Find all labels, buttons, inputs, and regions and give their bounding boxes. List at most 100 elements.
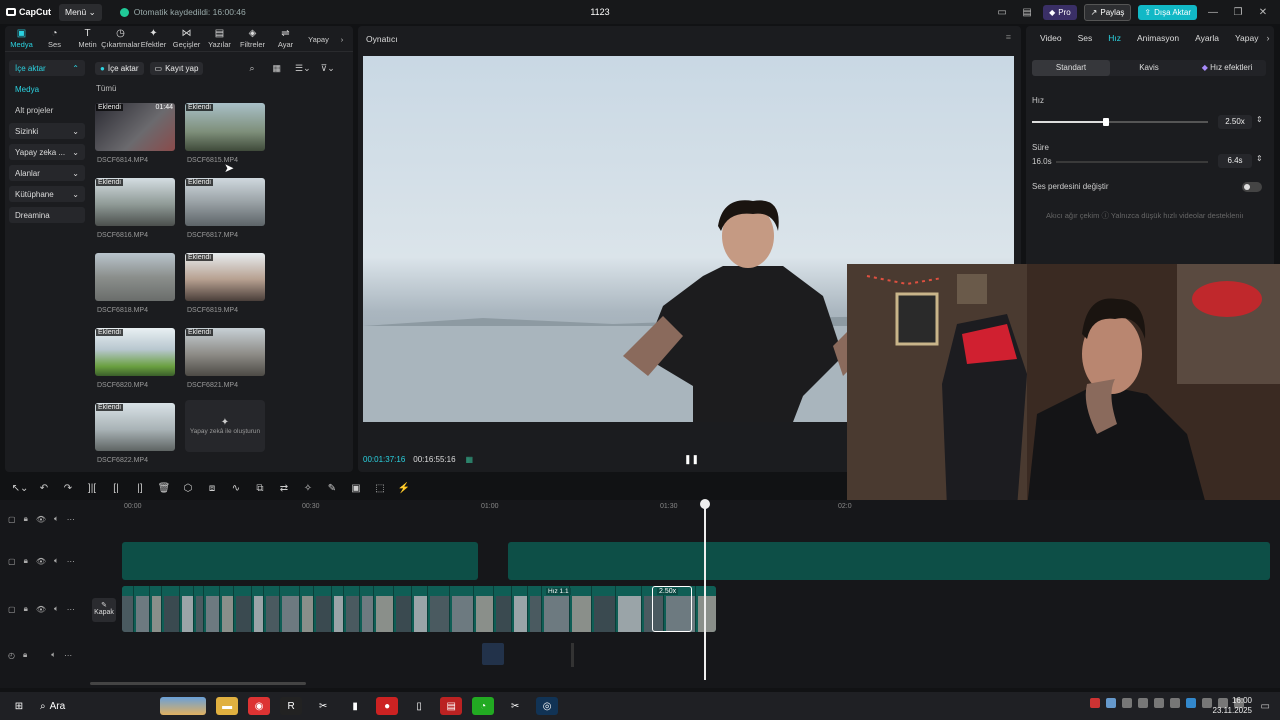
media-thumb[interactable]: Eklendi (95, 403, 175, 451)
bluetooth-icon[interactable] (1186, 698, 1196, 708)
media-thumb[interactable]: Eklendi (185, 178, 265, 226)
caption-icon[interactable]: ▣ (344, 483, 368, 494)
nav-library[interactable]: Kütüphane ⌄ (9, 186, 85, 202)
grid-view-icon[interactable]: ▦ (273, 63, 282, 74)
split-left-icon[interactable]: [| (104, 483, 128, 494)
timeline-scrollbar[interactable] (90, 682, 306, 685)
layout-icon[interactable]: ▭ (993, 7, 1011, 18)
transform-icon[interactable]: ⬚ (368, 483, 392, 494)
tray-display-icon[interactable] (1122, 698, 1132, 708)
segment-standard[interactable]: Standart (1032, 60, 1110, 76)
select-tool-icon[interactable]: ↖⌄ (8, 483, 32, 494)
tab-text[interactable]: T Metin (71, 26, 104, 52)
tab-filters[interactable]: ◈ Filtreler (236, 26, 269, 52)
tab-audio-props[interactable]: Ses (1070, 33, 1101, 43)
main-clip-strip[interactable] (122, 586, 716, 632)
split-icon[interactable]: ]|[ (80, 483, 104, 494)
more-icon[interactable]: ⋯ (67, 605, 75, 614)
weather-widget-icon[interactable] (160, 697, 207, 715)
stepper-icon[interactable]: ⇕ (1256, 115, 1263, 124)
audio-clip[interactable] (482, 643, 504, 665)
voicemeeter-icon[interactable]: ▤ (440, 697, 463, 715)
windows-start-icon[interactable]: ⊞ (8, 697, 30, 715)
tab-transitions[interactable]: ⋈ Geçişler (170, 26, 203, 52)
capcut-icon[interactable]: ✂ (312, 697, 334, 715)
stepper-icon[interactable]: ⇕ (1256, 154, 1263, 163)
freeze-icon[interactable]: ⧉ (248, 483, 272, 494)
volume-icon[interactable]: 🔈︎ (54, 604, 59, 614)
tab-ai[interactable]: Yapay (302, 26, 335, 52)
tab-ai-props[interactable]: Yapay (1227, 33, 1266, 43)
magic-icon[interactable]: ✎ (320, 483, 344, 494)
mirror-icon[interactable]: ⇄ (272, 483, 296, 494)
media-thumb[interactable]: Eklendi (185, 103, 265, 151)
notification-icon[interactable]: ▭ (1261, 701, 1270, 712)
player-menu-icon[interactable]: ≡ (1006, 32, 1011, 42)
segment-speed-effects[interactable]: ◆ Hız efektleri (1188, 60, 1266, 76)
tab-media[interactable]: ▣ Medya (5, 26, 38, 52)
filter-icon[interactable]: ⊽⌄ (321, 63, 335, 74)
cover-button[interactable]: ✎ Kapak (92, 598, 116, 622)
overlay-clip-strip[interactable] (122, 542, 478, 580)
media-thumb[interactable]: Eklendi 01:44 (95, 103, 175, 151)
tab-effects[interactable]: ✦ Efektler (137, 26, 170, 52)
tab-adjust[interactable]: ⇌ Ayar (269, 26, 302, 52)
curve-icon[interactable]: ∿ (224, 483, 248, 494)
eye-icon[interactable]: 👁︎ (36, 557, 46, 566)
microphone-icon[interactable]: ▯ (408, 697, 430, 715)
nav-dreamina[interactable]: Dreamina (9, 207, 85, 223)
tray-mic-icon[interactable] (1154, 698, 1164, 708)
media-thumb[interactable]: Eklendi (95, 328, 175, 376)
tab-video[interactable]: Video (1032, 33, 1070, 43)
shield-icon[interactable]: ⬡ (176, 483, 200, 494)
nav-yours[interactable]: Sizinki ⌄ (9, 123, 85, 139)
chrome-icon[interactable]: ◉ (248, 697, 271, 715)
nav-media[interactable]: Medya (9, 81, 85, 97)
ai-enhance-icon[interactable]: ✧ (296, 483, 320, 494)
delete-icon[interactable]: 🗑 (152, 483, 176, 494)
chevron-right-icon[interactable]: › (1267, 33, 1270, 43)
selected-clip[interactable]: 2.50x (652, 586, 692, 632)
tab-animation[interactable]: Animasyon (1129, 33, 1187, 43)
tab-audio[interactable]: ◔ Ses (38, 26, 71, 52)
volume-icon[interactable]: 🔈︎ (51, 650, 56, 660)
capcut-icon-2[interactable]: ✂ (504, 697, 526, 715)
tab-captions[interactable]: ▤ Yazılar (203, 26, 236, 52)
nav-import[interactable]: İçe aktar ⌃ (9, 60, 85, 76)
lock-icon[interactable]: 🔒︎ (24, 604, 28, 614)
whatsapp-icon[interactable]: ◔ (472, 697, 495, 715)
shortcuts-icon[interactable]: ▤ (1018, 7, 1036, 18)
pro-button[interactable]: ◆ Pro (1043, 5, 1077, 20)
tab-adjust-props[interactable]: Ayarla (1187, 33, 1227, 43)
duration-value[interactable]: 6.4s (1218, 154, 1252, 168)
lock-icon[interactable]: 🔒︎ (23, 650, 27, 660)
lock-icon[interactable]: 🔒︎ (24, 556, 28, 566)
more-icon[interactable]: ⋯ (64, 651, 72, 660)
filter-all[interactable]: Tümü (96, 84, 116, 93)
tray-steam-icon[interactable] (1106, 698, 1116, 708)
search-icon[interactable]: ⌕ (249, 63, 254, 74)
eye-icon[interactable]: 👁︎ (36, 515, 46, 524)
steam-icon[interactable]: ◎ (536, 697, 559, 715)
media-thumb[interactable]: Eklendi (185, 328, 265, 376)
import-button[interactable]: ● İçe aktar (95, 61, 144, 75)
minimize-icon[interactable]: — (1204, 7, 1222, 18)
crop-icon[interactable]: ⧈ (200, 483, 224, 494)
clock[interactable]: 16:00 23.11.2025 (1213, 696, 1252, 716)
nav-subprojects[interactable]: Alt projeler (9, 102, 85, 118)
taskbar-search[interactable]: ⌕ Ara (40, 697, 65, 715)
nav-spaces[interactable]: Alanlar ⌄ (9, 165, 85, 181)
media-thumb[interactable] (95, 253, 175, 301)
grid-icon[interactable]: ▦ (466, 455, 474, 464)
menu-button[interactable]: Menü ⌄ (59, 3, 102, 21)
more-icon[interactable]: ⋯ (67, 515, 75, 524)
close-icon[interactable]: ✕ (1254, 7, 1272, 18)
file-explorer-icon[interactable]: ▬ (216, 697, 239, 715)
volume-icon[interactable]: 🔈︎ (54, 556, 59, 566)
tray-usb-icon[interactable] (1170, 698, 1180, 708)
tray-app-icon[interactable] (1090, 698, 1100, 708)
playhead-handle[interactable] (700, 499, 710, 509)
volume-icon[interactable]: 🔈︎ (54, 514, 59, 524)
ai-generate-tile[interactable]: ✦ Yapay zekâ ile oluşturun (185, 400, 265, 452)
tabs-scroll-right[interactable]: › (335, 26, 349, 52)
